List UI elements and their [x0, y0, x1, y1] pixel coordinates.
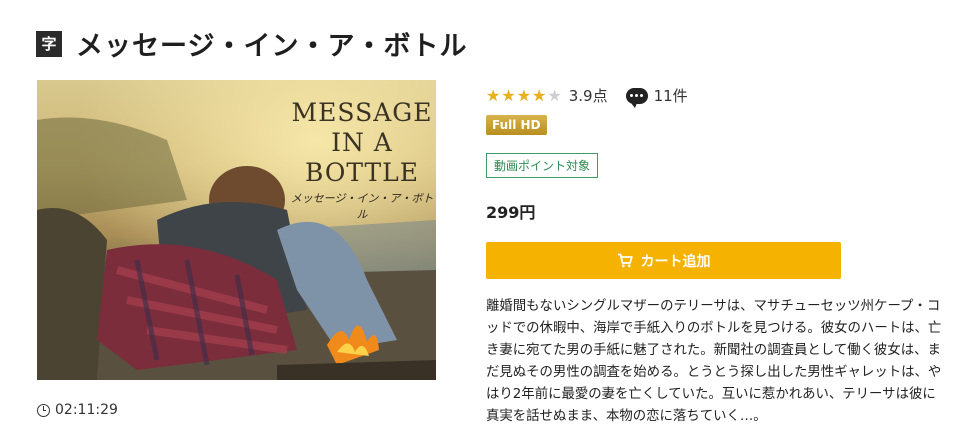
title-row: 字 メッセージ・イン・ア・ボトル	[36, 24, 467, 63]
poster-title-line: MESSAGE	[291, 98, 433, 127]
add-to-cart-label: カート追加	[640, 253, 711, 270]
cart-icon	[617, 253, 633, 268]
page-title: メッセージ・イン・ア・ボトル	[76, 31, 468, 62]
rating-score: 3.9点	[568, 87, 608, 105]
rating-row: ★★★★★ ★★★★★ 3.9点 11件	[486, 85, 688, 108]
full-hd-badge: Full HD	[486, 115, 547, 135]
poster-title-line: IN A	[331, 128, 393, 157]
review-count[interactable]: 11件	[654, 85, 688, 106]
video-point-badge: 動画ポイント対象	[486, 153, 599, 178]
comment-icon[interactable]	[625, 87, 648, 108]
add-to-cart-button[interactable]: カート追加	[486, 242, 841, 279]
star-rating: ★★★★★ ★★★★★	[486, 86, 563, 105]
duration-value: 02:11:29	[55, 402, 118, 418]
star-rating-fill: ★★★★★	[486, 86, 546, 105]
subtitle-badge: 字	[36, 30, 62, 57]
movie-description: 離婚間もないシングルマザーのテリーサは、マサチューセッツ州ケープ・コッドでの休暇…	[486, 299, 942, 424]
poster-title: MESSAGE IN A BOTTLE	[277, 98, 436, 188]
clock-icon	[37, 403, 50, 417]
poster-title-line: BOTTLE	[305, 158, 419, 187]
price: 299円	[486, 203, 536, 222]
duration: 02:11:29	[37, 402, 118, 418]
poster-japanese-title: メッセージ・イン・ア・ボトル	[290, 192, 434, 221]
movie-poster[interactable]: MESSAGE IN A BOTTLE メッセージ・イン・ア・ボトル	[37, 80, 436, 380]
